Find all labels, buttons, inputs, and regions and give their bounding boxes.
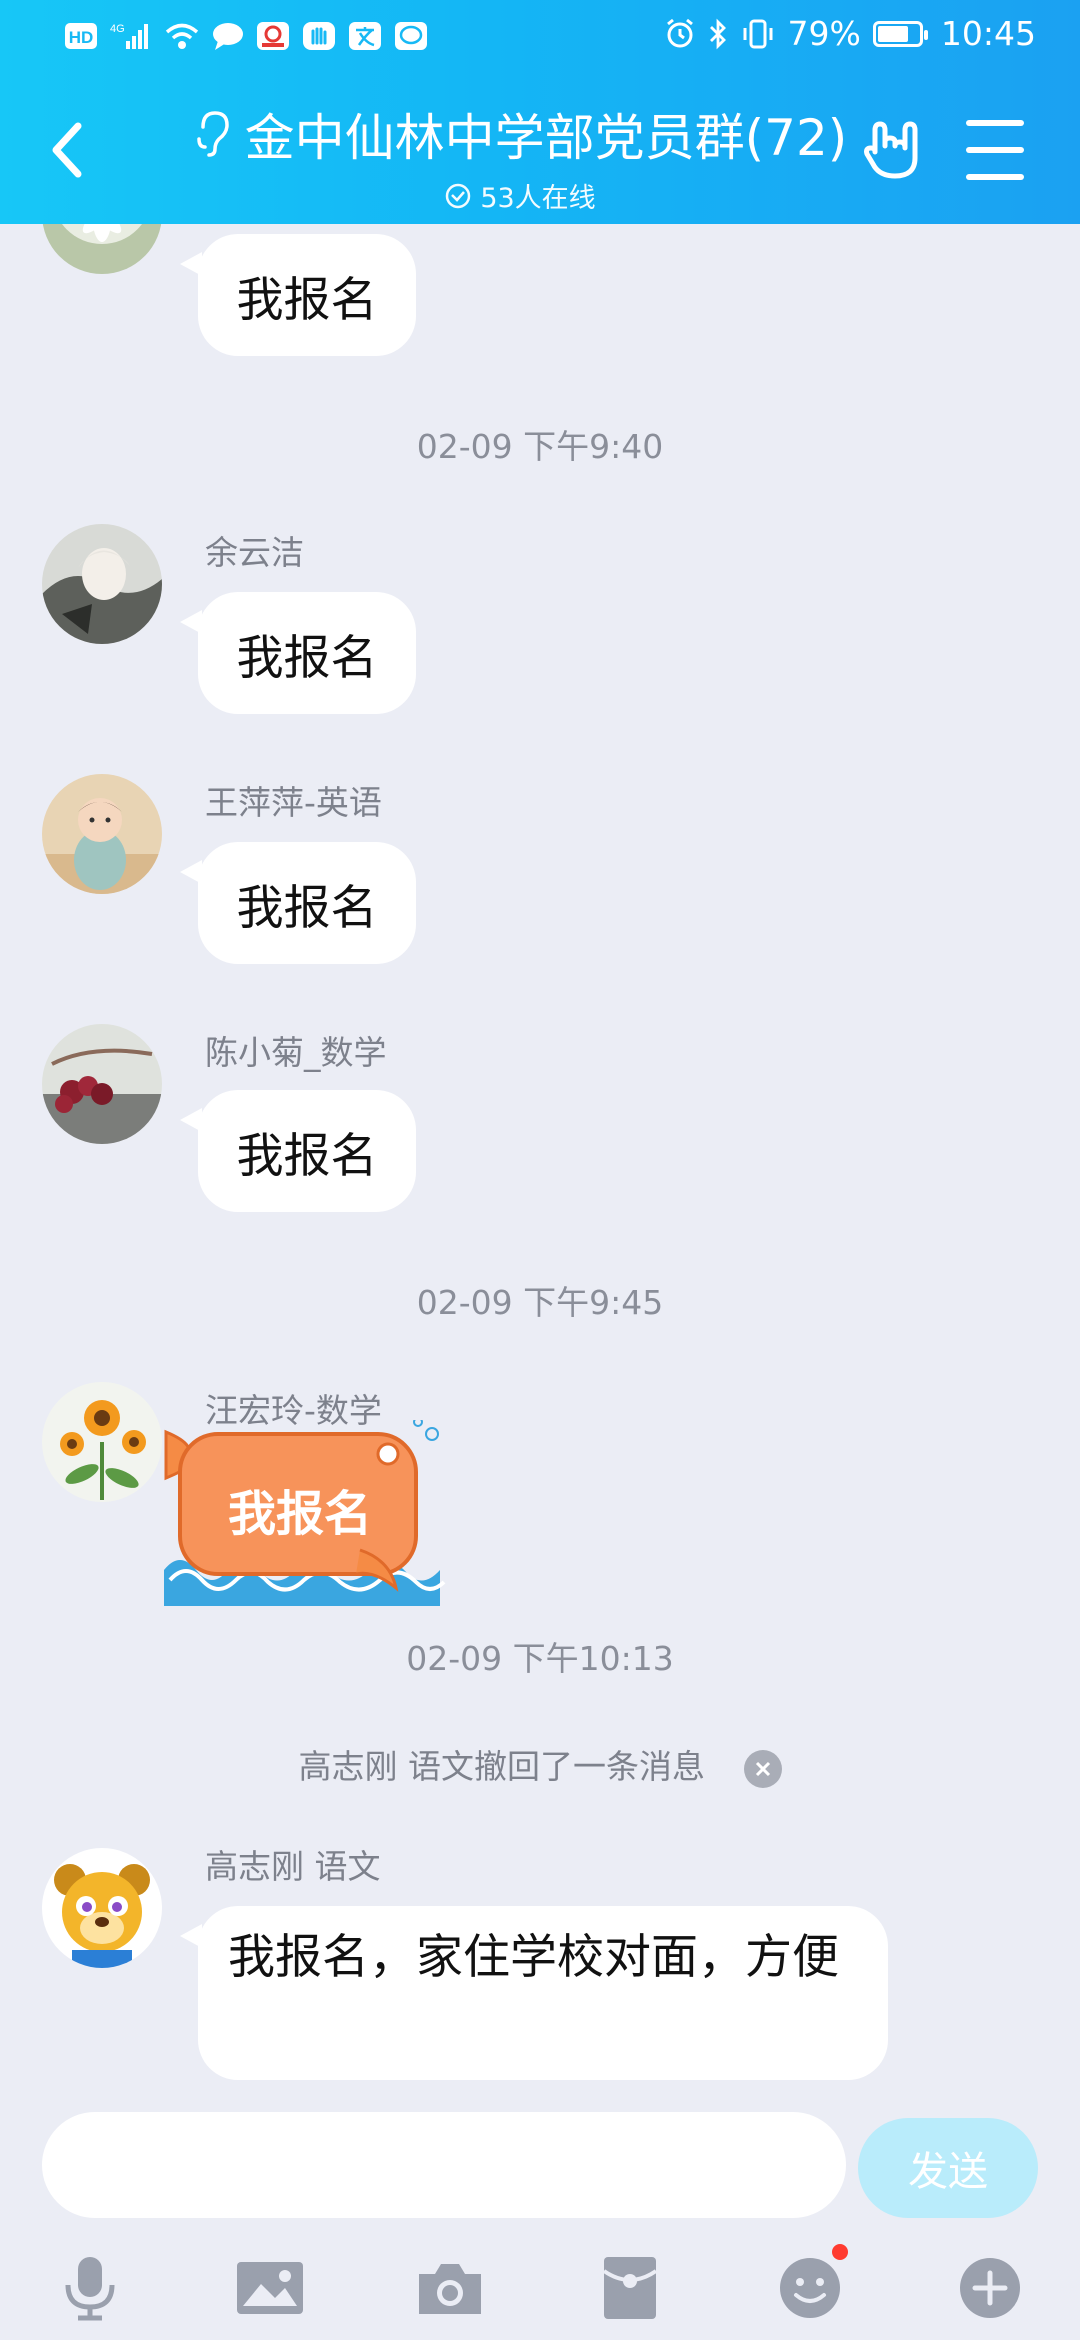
input-toolbar [0, 2234, 1080, 2340]
red-packet-icon [602, 2257, 658, 2319]
timestamp: 02-09 下午10:13 [406, 1639, 674, 1678]
avatar[interactable] [42, 524, 162, 644]
recall-notice: 高志刚 语文撤回了一条消息 [0, 1740, 1080, 1788]
red-packet-button[interactable] [590, 2248, 670, 2328]
chat-title-area[interactable]: 金中仙林中学部党员群(72) 53人在线 [160, 98, 880, 215]
plus-icon [960, 2258, 1020, 2318]
sender-name: 陈小菊_数学 [205, 1033, 387, 1072]
message-bubble[interactable]: 我报名，家住学校对面，方便 [180, 1906, 888, 2080]
dismiss-recall-button[interactable] [743, 1749, 782, 1788]
hand-app-icon [302, 18, 336, 54]
status-bar: HD 4G 79% 10:45 [0, 0, 1080, 74]
menu-icon [966, 120, 1024, 126]
emoji-button[interactable] [770, 2244, 850, 2328]
more-button[interactable] [950, 2248, 1030, 2328]
group-gesture-button[interactable] [858, 112, 928, 188]
timestamp: 02-09 下午9:45 [416, 1283, 664, 1322]
photo-album-button[interactable] [230, 2248, 310, 2328]
avatar[interactable] [42, 224, 162, 274]
battery-percent: 79% [787, 14, 861, 53]
online-count: 53人在线 [480, 183, 596, 214]
svg-text:HD: HD [69, 28, 94, 47]
avatar[interactable] [42, 1382, 162, 1502]
group-title: 金中仙林中学部党员群(72) [244, 109, 848, 167]
hd-icon: HD [64, 18, 98, 54]
emoji-icon [780, 2258, 840, 2318]
chat-messages[interactable]: 我报名 02-09 下午9:40 余云洁 我报名 王萍萍-英语 我报名 陈小菊_… [0, 224, 1080, 2104]
message-input[interactable] [42, 2112, 846, 2218]
avatar[interactable] [42, 774, 162, 894]
image-icon [237, 2262, 303, 2314]
svg-text:4G: 4G [110, 23, 125, 35]
earpiece-mode-icon [196, 111, 229, 157]
bluetooth-icon [708, 16, 728, 52]
composer: 发送 [0, 2104, 1080, 2230]
avatar[interactable] [42, 1024, 162, 1144]
back-button[interactable] [38, 112, 94, 188]
message-bubble[interactable]: 我报名 [180, 1090, 416, 1212]
sender-name: 王萍萍-英语 [205, 783, 382, 822]
battery-icon [872, 20, 928, 47]
fish-sticker[interactable]: 我报名 [160, 1417, 450, 1606]
timestamp: 02-09 下午9:40 [416, 427, 664, 466]
message-icon [212, 18, 244, 54]
online-check-icon [446, 183, 471, 208]
camera-button[interactable] [410, 2248, 490, 2328]
close-icon [755, 1761, 770, 1776]
chat-app-icon [394, 18, 428, 54]
message-bubble[interactable]: 我报名 [180, 842, 416, 964]
signal-icon: 4G [110, 18, 152, 54]
chat-header: HD 4G 79% 10:45 金中仙林中学部党员群(72) 53人在线 [0, 0, 1080, 224]
voice-button[interactable] [50, 2248, 130, 2328]
sender-name: 高志刚 语文 [205, 1847, 381, 1886]
clock: 10:45 [940, 14, 1036, 53]
sticker-text: 我报名 [228, 1486, 373, 1542]
recall-text: 高志刚 语文撤回了一条消息 [298, 1747, 706, 1786]
message-bubble[interactable]: 我报名 [180, 234, 416, 356]
avatar[interactable] [42, 1848, 162, 1968]
mic-icon [65, 2257, 115, 2321]
chevron-left-icon [52, 122, 82, 178]
sender-name: 余云洁 [205, 533, 304, 572]
alarm-icon [664, 16, 696, 52]
wifi-icon [164, 18, 200, 54]
camera-icon [419, 2264, 481, 2314]
send-button[interactable]: 发送 [858, 2118, 1038, 2218]
menu-button[interactable] [966, 120, 1024, 180]
translate-app-icon [348, 18, 382, 54]
rock-hand-icon [864, 121, 918, 179]
notification-dot [832, 2244, 848, 2260]
message-bubble[interactable]: 我报名 [180, 592, 416, 714]
vibrate-icon [740, 16, 776, 52]
mobile-app-icon [256, 18, 290, 54]
